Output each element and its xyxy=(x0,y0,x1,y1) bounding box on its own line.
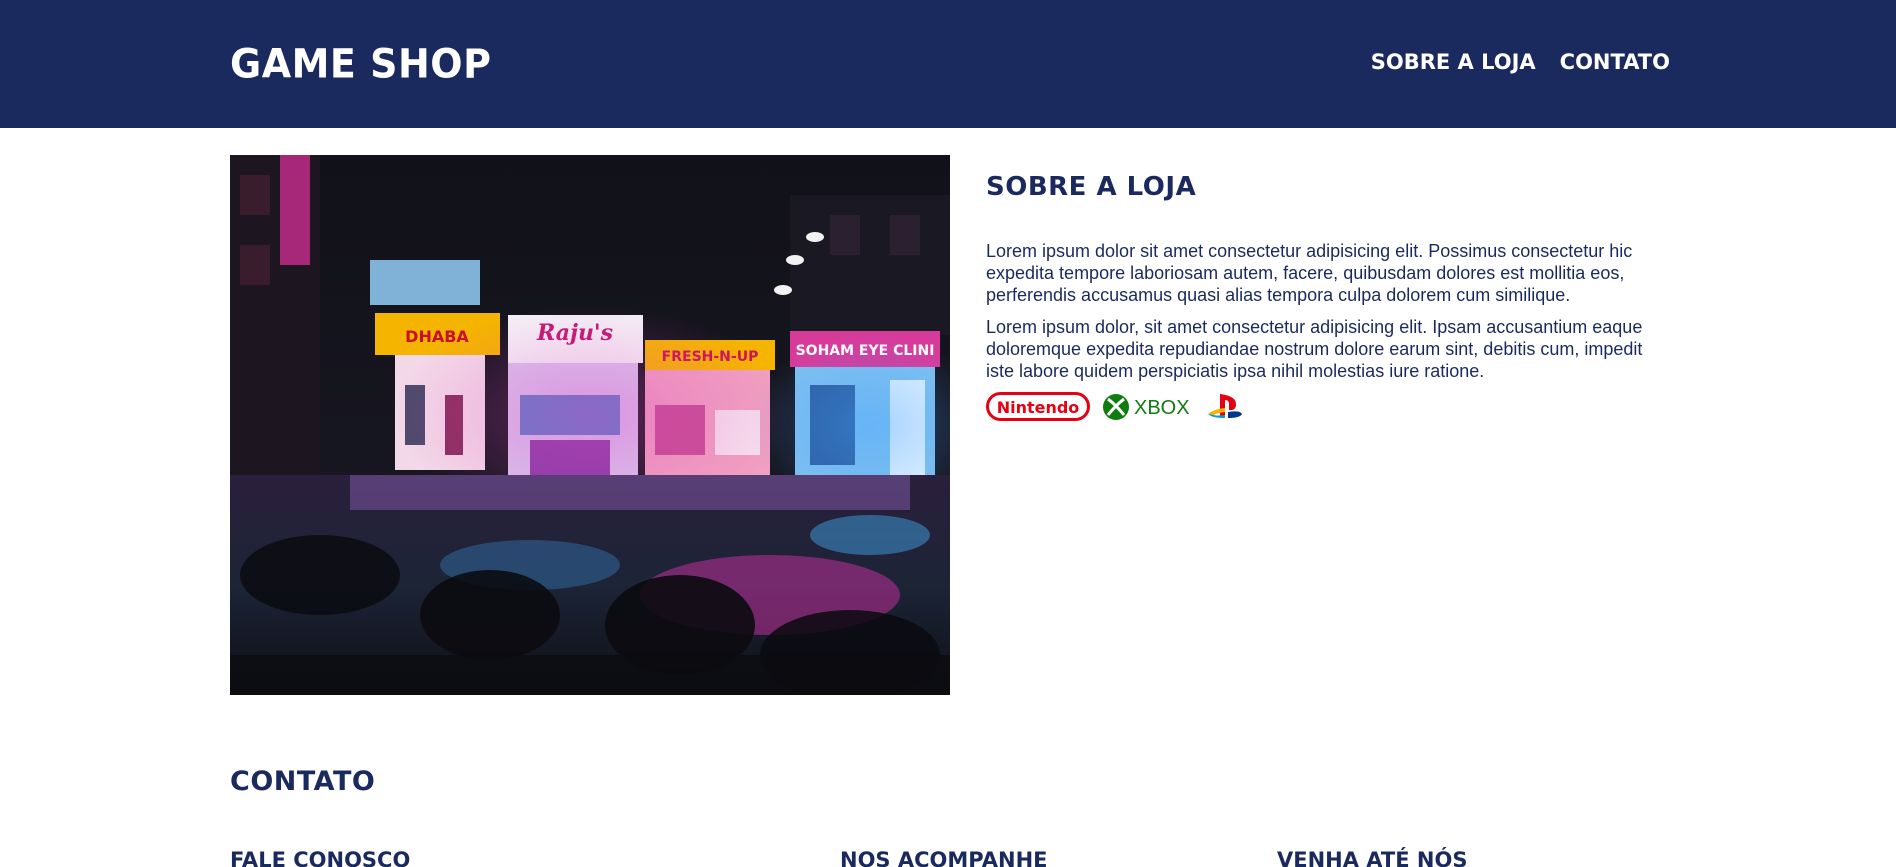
nav-link-contato[interactable]: CONTATO xyxy=(1560,50,1670,74)
about-title: SOBRE A LOJA xyxy=(986,172,1197,202)
main-nav: SOBRE A LOJA CONTATO xyxy=(1371,50,1670,74)
brand-logos: Nintendo XBOX xyxy=(986,392,1666,422)
site-logo[interactable]: GAME SHOP xyxy=(230,41,491,87)
fale-conosco-heading: FALE CONOSCO xyxy=(230,848,411,867)
about-paragraph: Lorem ipsum dolor, sit amet consectetur … xyxy=(986,317,1643,381)
site-header: GAME SHOP SOBRE A LOJA CONTATO xyxy=(0,0,1896,128)
nos-acompanhe-heading: NOS ACOMPANHE xyxy=(840,848,1048,867)
nintendo-logo-icon: Nintendo xyxy=(986,392,1090,421)
playstation-logo-icon xyxy=(1208,394,1242,418)
about-section: SOBRE A LOJA Lorem ipsum dolor sit amet … xyxy=(986,172,1666,422)
contact-title: CONTATO xyxy=(230,766,376,797)
store-photo: DHABA Raju's FRESH-N-UP SOHAM EYE CLINI xyxy=(230,155,950,695)
about-paragraph: Lorem ipsum dolor sit amet consectetur a… xyxy=(986,241,1633,305)
nav-link-sobre-a-loja[interactable]: SOBRE A LOJA xyxy=(1371,50,1536,74)
xbox-logo-icon: XBOX xyxy=(1103,394,1190,420)
svg-text:XBOX: XBOX xyxy=(1134,397,1190,419)
svg-text:Nintendo: Nintendo xyxy=(997,398,1080,417)
venha-ate-nos-heading: VENHA ATÉ NÓS xyxy=(1277,848,1468,867)
night-street-illustration: DHABA Raju's FRESH-N-UP SOHAM EYE CLINI xyxy=(230,155,950,695)
